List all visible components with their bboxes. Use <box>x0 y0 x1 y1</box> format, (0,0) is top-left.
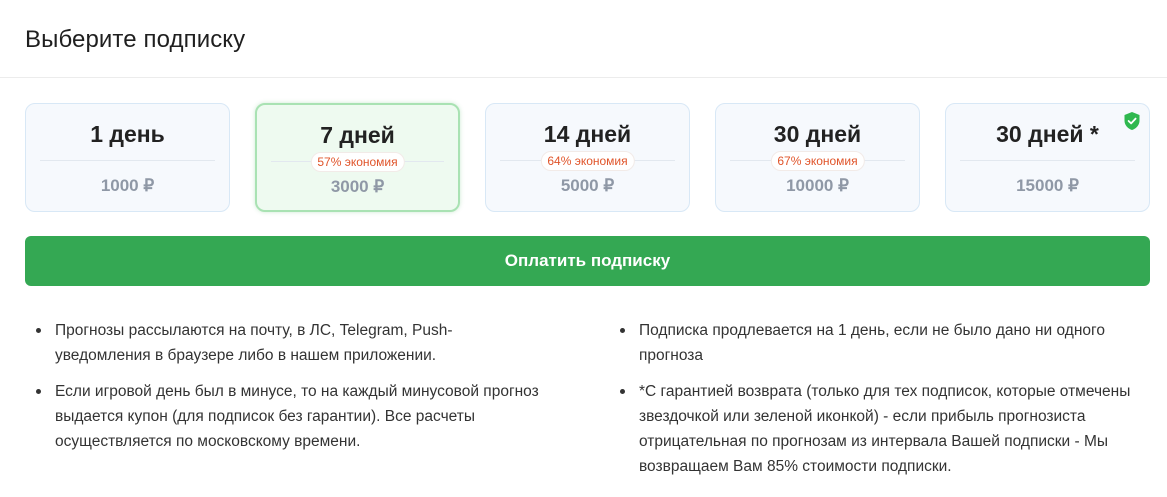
plan-title: 30 дней * <box>996 121 1099 147</box>
plan-card-30-days-guarantee[interactable]: 30 дней * 15000 ₽ <box>945 103 1150 212</box>
plan-divider <box>40 160 215 161</box>
pay-subscription-button[interactable]: Оплатить подписку <box>25 236 1150 286</box>
plan-price: 3000 ₽ <box>330 177 385 196</box>
plan-price: 5000 ₽ <box>560 176 615 195</box>
notes-right-column: Подписка продлевается на 1 день, если не… <box>620 318 1140 490</box>
page-title: Выберите подписку <box>25 26 246 53</box>
note-item: Если игровой день был в минусе, то на ка… <box>36 379 546 454</box>
plan-title: 1 день <box>90 121 165 147</box>
plan-title: 30 дней <box>773 121 862 147</box>
plan-title: 14 дней <box>543 121 632 147</box>
page-header: Выберите подписку <box>0 0 1167 78</box>
savings-badge: 57% экономия <box>310 152 405 172</box>
plan-divider <box>960 160 1135 161</box>
plan-card-7-days[interactable]: 7 дней 57% экономия 3000 ₽ <box>255 103 460 212</box>
plan-card-30-days[interactable]: 30 дней 67% экономия 10000 ₽ <box>715 103 920 212</box>
note-item: Подписка продлевается на 1 день, если не… <box>620 318 1140 368</box>
plan-list: 1 день 1000 ₽ 7 дней 57% экономия 3000 ₽… <box>25 103 1150 212</box>
plan-card-1-day[interactable]: 1 день 1000 ₽ <box>25 103 230 212</box>
plan-title: 7 дней <box>320 122 395 148</box>
notes-left-column: Прогнозы рассылаются на почту, в ЛС, Tel… <box>36 318 546 465</box>
note-item: *С гарантией возврата (только для тех по… <box>620 379 1140 479</box>
plan-price: 10000 ₽ <box>786 176 849 195</box>
savings-badge: 64% экономия <box>540 151 635 171</box>
plan-card-14-days[interactable]: 14 дней 64% экономия 5000 ₽ <box>485 103 690 212</box>
savings-badge: 67% экономия <box>770 151 865 171</box>
plan-price: 15000 ₽ <box>1016 176 1079 195</box>
plan-price: 1000 ₽ <box>100 176 155 195</box>
note-item: Прогнозы рассылаются на почту, в ЛС, Tel… <box>36 318 546 368</box>
